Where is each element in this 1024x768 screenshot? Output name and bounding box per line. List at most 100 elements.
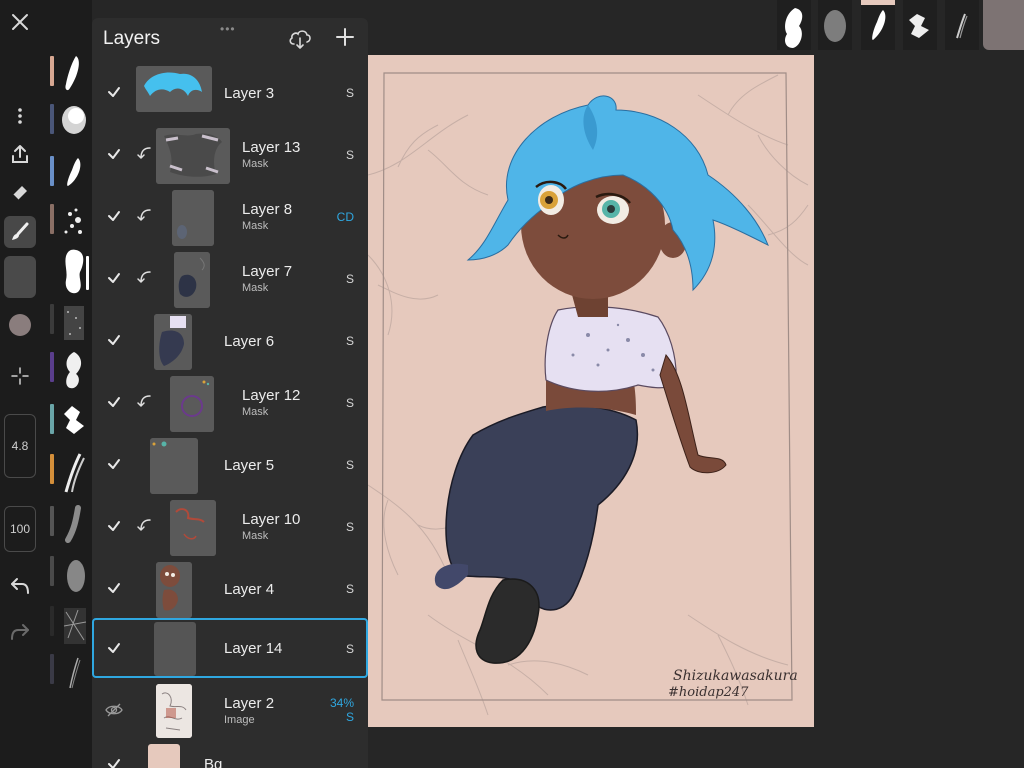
brush-item[interactable] <box>48 600 88 650</box>
layer-blend-mode[interactable]: S <box>346 86 354 100</box>
more-options-button[interactable] <box>4 100 36 132</box>
layer-row[interactable]: Layer 4 S <box>92 558 368 620</box>
layer-name: Layer 14 <box>224 640 283 657</box>
brush-stroke-preview <box>64 453 85 493</box>
checkmark-icon[interactable] <box>106 756 122 768</box>
brush-item-selected[interactable] <box>48 246 89 296</box>
layer-name: Layer 13 <box>242 139 301 156</box>
layer-blend-mode[interactable]: S <box>346 520 354 534</box>
layer-row[interactable]: Layer 6 S <box>92 310 368 372</box>
brush-stroke-preview <box>67 158 81 186</box>
layer-row[interactable]: Layer 5 S <box>92 434 368 496</box>
layer-blend-mode[interactable]: CD <box>337 210 354 224</box>
layer-row[interactable]: Layer 13 Mask S <box>92 124 368 186</box>
export-button[interactable] <box>4 138 36 170</box>
color-picker-button[interactable] <box>9 314 31 336</box>
quick-brush-4[interactable] <box>903 0 937 50</box>
layer-row[interactable]: Layer 8 Mask CD <box>92 186 368 248</box>
layer-blend-mode[interactable]: S <box>346 272 354 286</box>
layer-row[interactable]: Layer 10 Mask S <box>92 496 368 558</box>
brush-item[interactable] <box>48 298 88 348</box>
checkmark-icon[interactable] <box>106 146 122 162</box>
quick-brush-preview <box>785 8 803 48</box>
brush-item[interactable] <box>48 500 88 550</box>
eye-hidden-icon[interactable] <box>105 702 123 718</box>
brush-item[interactable] <box>48 448 88 498</box>
transform-tool[interactable] <box>4 360 36 392</box>
layer-subtitle: Mask <box>242 158 269 170</box>
brush-item[interactable] <box>48 50 88 100</box>
app-window: 4.8 100 Shizukawasakura #hoidap247 ••• L… <box>0 0 1024 768</box>
layers-header: ••• Layers <box>92 18 368 62</box>
layer-blend-mode[interactable]: S <box>346 458 354 472</box>
checkmark-icon[interactable] <box>106 270 122 286</box>
close-button[interactable] <box>4 6 36 38</box>
add-layer-button[interactable] <box>334 26 356 48</box>
undo-button[interactable] <box>4 570 36 602</box>
layer-name: Bg <box>204 756 223 768</box>
layer-blend-mode[interactable]: S <box>346 642 354 656</box>
layer-row[interactable]: Layer 12 Mask S <box>92 372 368 434</box>
layer-row[interactable]: Layer 2 Image 34% S <box>92 680 368 742</box>
brush-opacity-slider[interactable]: 100 <box>4 506 36 552</box>
quick-brush-3[interactable] <box>861 0 895 50</box>
redo-icon <box>11 624 29 640</box>
brush-item[interactable] <box>48 198 88 248</box>
drawing-canvas[interactable]: Shizukawasakura #hoidap247 <box>368 55 814 727</box>
brush-size-slider[interactable]: 4.8 <box>4 414 36 478</box>
layer-opacity[interactable]: 34% <box>330 696 354 710</box>
panel-drag-handle[interactable]: ••• <box>220 22 236 36</box>
brush-item[interactable] <box>48 346 88 396</box>
layer-row[interactable]: Layer 3 S <box>92 62 368 124</box>
brush-item[interactable] <box>48 550 88 600</box>
layer-row-background[interactable]: Bg <box>92 742 368 768</box>
brush-stroke-preview <box>65 56 79 91</box>
layer-thumbnail <box>156 684 192 738</box>
cloud-download-icon <box>289 30 311 49</box>
brush-color-tag <box>50 606 54 636</box>
brush-tool[interactable] <box>4 216 36 248</box>
checkmark-icon[interactable] <box>106 208 122 224</box>
artwork: Shizukawasakura #hoidap247 <box>368 55 814 727</box>
tool-rail: 4.8 100 <box>0 0 40 768</box>
checkmark-icon[interactable] <box>106 640 122 656</box>
quick-brush-color-tag <box>818 0 852 5</box>
layer-thumbnail <box>156 128 230 184</box>
layer-name: Layer 5 <box>224 457 275 474</box>
eraser-tool[interactable] <box>4 176 36 208</box>
quick-brush-color-tag <box>903 0 937 5</box>
brush-stroke-preview <box>65 505 81 543</box>
redo-button[interactable] <box>4 616 36 648</box>
checkmark-icon[interactable] <box>106 518 122 534</box>
checkmark-icon[interactable] <box>106 332 122 348</box>
layer-thumbnail <box>172 190 214 246</box>
quick-brush-color-tag <box>777 0 811 5</box>
brush-color-tag <box>50 506 54 536</box>
clipping-mask-arrow-icon <box>137 147 151 159</box>
brush-item[interactable] <box>48 398 88 448</box>
current-color-swatch[interactable] <box>983 0 1024 50</box>
brush-item[interactable] <box>48 648 88 698</box>
layer-subtitle: Mask <box>242 282 269 294</box>
layer-blend-mode[interactable]: S <box>346 334 354 348</box>
cloud-save-button[interactable] <box>288 27 312 51</box>
eraser-icon <box>12 186 27 201</box>
checkmark-icon[interactable] <box>106 84 122 100</box>
checkmark-icon[interactable] <box>106 394 122 410</box>
brush-item[interactable] <box>48 150 88 200</box>
quick-brush-2[interactable] <box>818 0 852 50</box>
brush-item[interactable] <box>48 98 88 148</box>
layer-row[interactable]: Layer 7 Mask S <box>92 248 368 310</box>
checkmark-icon[interactable] <box>106 580 122 596</box>
brush-preview-swatch[interactable] <box>4 256 36 298</box>
checkmark-icon[interactable] <box>106 456 122 472</box>
quick-brush-5[interactable] <box>945 0 979 50</box>
layer-subtitle: Mask <box>242 406 269 418</box>
layer-blend-mode[interactable]: S <box>346 582 354 596</box>
layer-row-selected[interactable]: Layer 14 S <box>92 618 368 678</box>
layer-blend-mode[interactable]: S <box>346 396 354 410</box>
layer-blend-mode[interactable]: S <box>346 710 354 724</box>
undo-icon <box>11 578 29 594</box>
quick-brush-1[interactable] <box>777 0 811 50</box>
layer-blend-mode[interactable]: S <box>346 148 354 162</box>
